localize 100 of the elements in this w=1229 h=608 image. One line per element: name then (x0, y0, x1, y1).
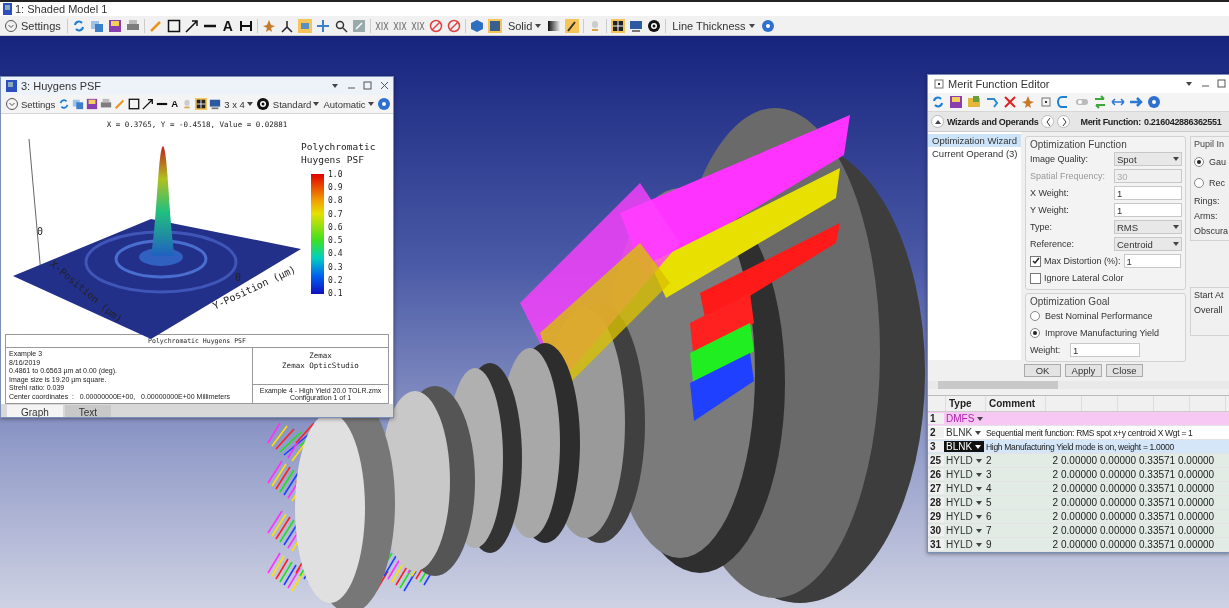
dropdown-field[interactable]: Centroid (1114, 237, 1182, 251)
save-icon[interactable] (949, 95, 963, 109)
brush-icon[interactable] (565, 18, 580, 33)
table-cell: 0.00000 (1061, 511, 1097, 522)
checkbox[interactable] (1030, 255, 1041, 267)
axes-icon[interactable] (279, 18, 294, 33)
print-icon[interactable] (100, 98, 113, 110)
radio-button[interactable] (1194, 157, 1204, 167)
previous-button[interactable] (1041, 115, 1055, 128)
operand-row[interactable]: 28 HYLD 5 2 0.00000 0.00000 0.33571 0.00000 (928, 496, 1229, 510)
checkbox[interactable] (1030, 272, 1041, 284)
monitor-icon[interactable] (209, 98, 222, 110)
operand-type-dropdown[interactable]: BLNK (944, 427, 984, 438)
tab[interactable]: Text (64, 405, 112, 417)
grid-icon[interactable] (195, 98, 208, 110)
maximize-icon[interactable] (1216, 77, 1226, 91)
monitor-icon[interactable] (629, 18, 644, 33)
open-folder-icon[interactable] (967, 95, 981, 109)
dialog-button[interactable]: Close (1106, 364, 1143, 377)
arrow-icon[interactable] (142, 98, 155, 110)
operand-type-dropdown[interactable]: HYLD (944, 511, 984, 522)
menu-caret-icon[interactable] (332, 84, 338, 88)
right-arrow-icon[interactable] (1129, 95, 1143, 109)
move-icon[interactable] (315, 18, 330, 33)
operand-row[interactable]: 1 DMFS (928, 412, 1229, 426)
operand-type-dropdown[interactable]: HYLD (944, 525, 984, 536)
copy-icon[interactable] (72, 98, 85, 110)
star-icon[interactable] (261, 18, 276, 33)
radio-button[interactable] (1194, 178, 1204, 188)
square-icon[interactable] (1039, 95, 1053, 109)
target-icon[interactable] (255, 97, 270, 111)
text-tool-button[interactable]: A (170, 97, 180, 111)
delete-icon[interactable] (1003, 95, 1017, 109)
operand-type-dropdown[interactable]: HYLD (944, 539, 984, 550)
operand-row[interactable]: 31 HYLD 9 2 0.00000 0.00000 0.33571 0.00000 (928, 538, 1229, 552)
dropdown-field[interactable]: RMS (1114, 220, 1182, 234)
rotate-icon[interactable] (446, 18, 461, 33)
radio-button[interactable] (1030, 328, 1040, 338)
dropdown-field[interactable]: Spot (1114, 152, 1182, 166)
menu-caret-icon[interactable] (1186, 82, 1192, 86)
help-icon[interactable] (760, 18, 775, 33)
operand-row[interactable]: 2 BLNK Sequential merit function: RMS spot x+y centroid X Wgt = 1 (928, 426, 1229, 440)
layout-dropdown[interactable]: 3 x 4 (223, 98, 254, 110)
rectangle-icon[interactable] (128, 98, 141, 110)
dialog-button[interactable]: OK (1024, 364, 1061, 377)
field-label: X Weight: (1030, 188, 1070, 198)
input-field[interactable]: 1 (1123, 254, 1181, 268)
operand-row[interactable]: 25 HYLD 2 2 0.00000 0.00000 0.33571 0.00000 (928, 454, 1229, 468)
operand-type-dropdown[interactable]: HYLD (944, 469, 984, 480)
grid-icon[interactable] (611, 18, 626, 33)
operand-type-dropdown[interactable]: HYLD (944, 483, 984, 494)
window-icon (2, 2, 12, 16)
tool-icon[interactable] (1021, 95, 1035, 109)
operand-type-dropdown[interactable]: BLNK (944, 441, 984, 452)
solid-icon[interactable] (487, 18, 502, 33)
nav-item[interactable]: Current Operand (3) (928, 147, 1021, 160)
operand-type-dropdown[interactable]: DMFS (944, 413, 984, 424)
scale-dropdown[interactable]: Automatic (322, 98, 375, 110)
maximize-icon[interactable] (362, 79, 372, 93)
refresh-icon[interactable] (931, 95, 945, 109)
input-field[interactable]: 1 (1114, 186, 1182, 200)
rectangle-icon[interactable] (166, 18, 181, 33)
cube-icon[interactable] (469, 18, 484, 33)
help-icon[interactable] (376, 97, 391, 111)
save-icon[interactable] (107, 18, 122, 33)
settings-button[interactable]: Settings (4, 97, 57, 111)
shading-dropdown[interactable]: Solid (505, 19, 544, 32)
radio-button[interactable] (1030, 311, 1040, 321)
next-button[interactable] (1057, 115, 1071, 128)
collapse-button[interactable] (931, 115, 944, 128)
nav-item[interactable]: Optimization Wizard (928, 134, 1021, 147)
settings-button[interactable]: Settings (2, 18, 63, 33)
operand-row[interactable]: 26 HYLD 3 2 0.00000 0.00000 0.33571 0.00000 (928, 468, 1229, 482)
operand-row[interactable]: 27 HYLD 4 2 0.00000 0.00000 0.33571 0.00000 (928, 482, 1229, 496)
scrollbar-thumb[interactable] (938, 381, 1058, 389)
operand-row[interactable]: 29 HYLD 6 2 0.00000 0.00000 0.33571 0.00000 (928, 510, 1229, 524)
dimension-icon[interactable] (238, 18, 253, 33)
swap-icon[interactable] (1093, 95, 1107, 109)
target-icon[interactable] (647, 18, 662, 33)
text-tool-button[interactable]: A (220, 18, 235, 33)
copy-icon[interactable] (89, 18, 104, 33)
line-thickness-dropdown[interactable]: Line Thickness (670, 19, 757, 32)
print-icon[interactable] (125, 18, 140, 33)
arrow-icon[interactable] (184, 18, 199, 33)
operand-type-dropdown[interactable]: HYLD (944, 497, 984, 508)
gradient-icon[interactable] (547, 18, 562, 33)
search-icon[interactable] (333, 18, 348, 33)
field-label: Type: (1030, 222, 1053, 232)
refresh-icon[interactable] (58, 98, 71, 110)
help-icon[interactable] (1147, 95, 1161, 109)
operand-row[interactable]: 3 BLNK High Manufacturing Yield mode is on, weight = 1.0000 (928, 440, 1229, 454)
input-field[interactable]: 1 (1070, 343, 1140, 357)
refresh-icon[interactable] (71, 18, 86, 33)
rotate-icon[interactable] (428, 18, 443, 33)
dialog-button[interactable]: Apply (1065, 364, 1102, 377)
operand-type-dropdown[interactable]: HYLD (944, 455, 984, 466)
operand-row[interactable]: 30 HYLD 7 2 0.00000 0.00000 0.33571 0.00000 (928, 524, 1229, 538)
save-icon[interactable] (86, 98, 99, 110)
style-dropdown[interactable]: Standard (271, 98, 321, 110)
input-field[interactable]: 1 (1114, 203, 1182, 217)
